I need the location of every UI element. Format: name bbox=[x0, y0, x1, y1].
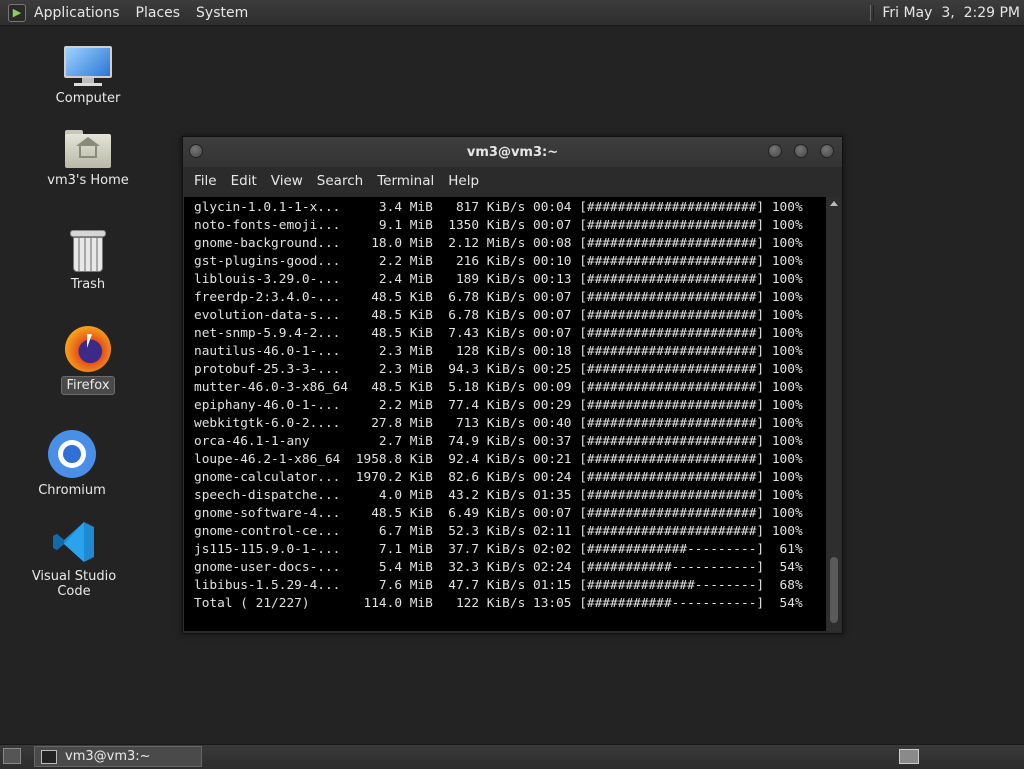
terminal-window[interactable]: vm3@vm3:~ File Edit View Search Terminal… bbox=[182, 136, 843, 634]
terminal-lines: glycin-1.0.1-1-x... 3.4 MiB 817 KiB/s 00… bbox=[184, 197, 826, 613]
terminal-line: gnome-software-4... 48.5 KiB 6.49 KiB/s … bbox=[194, 506, 803, 521]
terminal-line: epiphany-46.0-1-... 2.2 MiB 77.4 KiB/s 0… bbox=[194, 398, 803, 413]
terminal-line: noto-fonts-emoji... 9.1 MiB 1350 KiB/s 0… bbox=[194, 218, 803, 233]
scrollbar-thumb[interactable] bbox=[830, 557, 838, 623]
desktop-icon-trash[interactable]: Trash bbox=[33, 230, 143, 293]
desktop-icon-label: Computer bbox=[55, 91, 121, 106]
scroll-up-icon[interactable] bbox=[830, 201, 838, 206]
desktop-icon-label: Chromium bbox=[38, 483, 106, 498]
terminal-menubar: File Edit View Search Terminal Help bbox=[183, 167, 842, 195]
terminal-line: nautilus-46.0-1-... 2.3 MiB 128 KiB/s 00… bbox=[194, 344, 803, 359]
vscode-icon bbox=[52, 520, 96, 564]
window-titlebar[interactable]: vm3@vm3:~ bbox=[183, 137, 842, 167]
trash-icon bbox=[70, 230, 106, 272]
mouse-cursor-icon bbox=[87, 334, 92, 348]
terminal-scrollbar[interactable] bbox=[827, 197, 841, 631]
terminal-line: orca-46.1-1-any 2.7 MiB 74.9 KiB/s 00:37… bbox=[194, 434, 803, 449]
terminal-line: net-snmp-5.9.4-2... 48.5 KiB 7.43 KiB/s … bbox=[194, 326, 803, 341]
menu-places[interactable]: Places bbox=[128, 5, 189, 21]
desktop-icon-computer[interactable]: Computer bbox=[33, 46, 143, 107]
menu-help[interactable]: Help bbox=[441, 173, 486, 189]
desktop-icon-label: Visual Studio Code bbox=[31, 569, 117, 599]
menu-edit[interactable]: Edit bbox=[224, 173, 264, 189]
terminal-line: gnome-background... 18.0 MiB 2.12 MiB/s … bbox=[194, 236, 803, 251]
desktop-icon-label: vm3's Home bbox=[47, 173, 129, 188]
menu-terminal[interactable]: Terminal bbox=[370, 173, 441, 189]
panel-handle-icon bbox=[870, 4, 875, 21]
terminal-line: gnome-control-ce... 6.7 MiB 52.3 KiB/s 0… bbox=[194, 524, 803, 539]
taskbar-terminal-button[interactable]: vm3@vm3:~ bbox=[34, 746, 202, 767]
top-panel: ▶ Applications Places System Fri May 3, … bbox=[0, 0, 1024, 26]
bottom-panel: vm3@vm3:~ bbox=[0, 744, 1024, 769]
terminal-line: webkitgtk-6.0-2.... 27.8 MiB 713 KiB/s 0… bbox=[194, 416, 803, 431]
desktop-icon-chromium[interactable]: Chromium bbox=[17, 430, 127, 499]
terminal-line: glycin-1.0.1-1-x... 3.4 MiB 817 KiB/s 00… bbox=[194, 200, 803, 215]
firefox-icon bbox=[65, 326, 111, 372]
terminal-window-icon bbox=[41, 749, 57, 764]
close-icon[interactable] bbox=[820, 144, 834, 158]
menu-file[interactable]: File bbox=[187, 173, 224, 189]
terminal-line: gnome-calculator... 1970.2 KiB 82.6 KiB/… bbox=[194, 470, 803, 485]
terminal-line: speech-dispatche... 4.0 MiB 43.2 KiB/s 0… bbox=[194, 488, 803, 503]
home-folder-icon bbox=[65, 128, 111, 168]
menu-applications[interactable]: Applications bbox=[32, 5, 128, 21]
terminal-line: gst-plugins-good... 2.2 MiB 216 KiB/s 00… bbox=[194, 254, 803, 269]
terminal-line: protobuf-25.3-3-... 2.3 MiB 94.3 KiB/s 0… bbox=[194, 362, 803, 377]
terminal-line: freerdp-2:3.4.0-... 48.5 KiB 6.78 KiB/s … bbox=[194, 290, 803, 305]
terminal-line: loupe-46.2-1-x86_64 1958.8 KiB 92.4 KiB/… bbox=[194, 452, 803, 467]
desktop-icon-firefox[interactable]: Firefox bbox=[33, 326, 143, 395]
computer-icon bbox=[64, 46, 112, 86]
terminal-line: Total ( 21/227) 114.0 MiB 122 KiB/s 13:0… bbox=[194, 596, 803, 611]
clock[interactable]: Fri May 3, 2:29 PM bbox=[882, 5, 1020, 21]
terminal-line: js115-115.9.0-1-... 7.1 MiB 37.7 KiB/s 0… bbox=[194, 542, 803, 557]
terminal-line: evolution-data-s... 48.5 KiB 6.78 KiB/s … bbox=[194, 308, 803, 323]
terminal-line: gnome-user-docs-... 5.4 MiB 32.3 KiB/s 0… bbox=[194, 560, 803, 575]
terminal-output[interactable]: glycin-1.0.1-1-x... 3.4 MiB 817 KiB/s 00… bbox=[184, 197, 826, 631]
desktop-icon-label: Firefox bbox=[61, 376, 115, 395]
workspace-switcher[interactable] bbox=[899, 749, 919, 764]
taskbar-label: vm3@vm3:~ bbox=[65, 749, 151, 764]
terminal-prompt-icon[interactable]: ▶ bbox=[8, 3, 26, 22]
desktop-icon-label: Trash bbox=[70, 277, 106, 292]
window-title: vm3@vm3:~ bbox=[466, 144, 559, 160]
terminal-line: libibus-1.5.29-4... 7.6 MiB 47.7 KiB/s 0… bbox=[194, 578, 803, 593]
clock-area: Fri May 3, 2:29 PM bbox=[870, 4, 1020, 21]
menu-view[interactable]: View bbox=[264, 173, 310, 189]
menu-system[interactable]: System bbox=[188, 5, 256, 21]
show-desktop-icon[interactable] bbox=[3, 748, 21, 764]
terminal-line: liblouis-3.29.0-... 2.4 MiB 189 KiB/s 00… bbox=[194, 272, 803, 287]
chromium-icon bbox=[48, 430, 96, 478]
minimize-icon[interactable] bbox=[768, 144, 782, 158]
desktop-icon-vscode[interactable]: Visual Studio Code bbox=[19, 520, 129, 600]
desktop-icon-home[interactable]: vm3's Home bbox=[33, 128, 143, 189]
window-menu-icon[interactable] bbox=[189, 144, 203, 158]
maximize-icon[interactable] bbox=[794, 144, 808, 158]
menu-search[interactable]: Search bbox=[310, 173, 370, 189]
terminal-line: mutter-46.0-3-x86_64 48.5 KiB 5.18 KiB/s… bbox=[194, 380, 803, 395]
